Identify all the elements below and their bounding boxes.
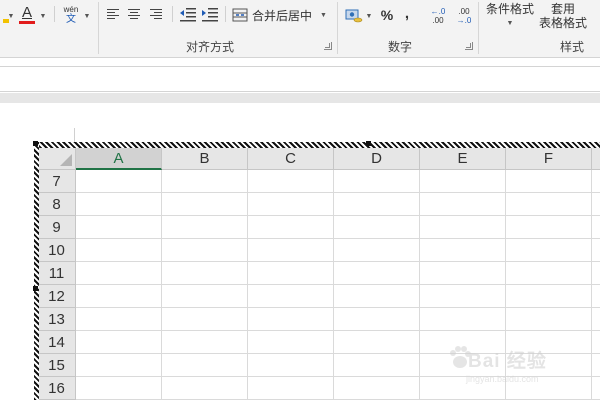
gridline-horizontal [76,307,600,308]
column-header-e[interactable]: E [420,148,506,170]
column-header-d[interactable]: D [334,148,420,170]
copy-marquee-top [34,142,600,148]
percent-button[interactable]: % [378,5,396,25]
gridline-horizontal [76,192,600,193]
gridline-horizontal [76,215,600,216]
phonetic-dropdown-icon[interactable]: ▼ [82,10,92,22]
alignment-dialog-launcher-icon[interactable] [324,42,332,50]
merge-center-icon [232,8,248,22]
decrease-decimal-button[interactable]: .00 →.0 [452,5,476,27]
row-header-16[interactable]: 16 [38,377,76,400]
row-header-11[interactable]: 11 [38,262,76,285]
font-color-swatch [19,21,35,24]
gridline-horizontal [76,261,600,262]
decrease-indent-icon[interactable] [178,5,198,25]
gridline-vertical [161,170,162,400]
row-header-12[interactable]: 12 [38,285,76,308]
increase-decimal-top: ←.0 [430,7,446,16]
gridline-horizontal [76,238,600,239]
merge-center-button[interactable]: 合并后居中 ▼ [232,4,330,26]
watermark-subtext: jingyan.baidu.com [466,374,539,384]
phonetic-icon-bottom: 文 [66,14,76,25]
format-as-table-button[interactable]: 套用 表格格式 [534,2,592,36]
phonetic-icon-top: wén [63,5,79,14]
gridline-vertical [247,170,248,400]
conditional-format-button[interactable]: 条件格式 ▼ [482,2,538,36]
accounting-format-icon[interactable] [344,4,364,26]
column-header-a[interactable]: A [76,148,162,170]
row-header-15[interactable]: 15 [38,354,76,377]
excel-window: ▼ A ▼ wén 文 ▼ 合并后居中 ▼ 对齐方式 ▼ % , ←.0 .00… [0,0,600,400]
format-as-table-label-1: 套用 [550,2,575,16]
toolbar-gap [0,93,600,103]
increase-indent-icon[interactable] [200,5,220,25]
align-left-icon[interactable] [107,7,121,23]
select-all-button[interactable] [38,148,76,170]
align-right-icon[interactable] [150,7,164,23]
selection-handle-top-left[interactable] [33,141,38,146]
ribbon: ▼ A ▼ wén 文 ▼ 合并后居中 ▼ 对齐方式 ▼ % , ←.0 .00… [0,0,600,58]
gridline-vertical [419,170,420,400]
formula-bar[interactable] [0,66,600,92]
merge-center-dropdown-icon[interactable]: ▼ [320,12,327,19]
row-header-7[interactable]: 7 [38,170,76,193]
column-header-f[interactable]: F [506,148,592,170]
watermark-text: Bai 经验 [468,351,547,372]
row-header-10[interactable]: 10 [38,239,76,262]
fill-color-dropdown-icon[interactable]: ▼ [6,10,16,22]
font-color-icon: A [21,4,32,21]
merge-center-label: 合并后居中 [252,8,313,23]
increase-decimal-bottom: .00 [432,16,444,25]
align-center-icon[interactable] [128,7,142,23]
format-as-table-label-2: 表格格式 [538,16,587,30]
watermark-logo: Bai 经验 jingyan.baidu.com [448,340,598,396]
gridline-horizontal [76,284,600,285]
row-header-8[interactable]: 8 [38,193,76,216]
phonetic-button[interactable]: wén 文 [60,4,82,26]
number-dialog-launcher-icon[interactable] [465,42,473,50]
select-all-icon [60,154,72,166]
conditional-format-label: 条件格式 [485,2,534,16]
row-header-9[interactable]: 9 [38,216,76,239]
gridline-horizontal [76,330,600,331]
decrease-decimal-top: .00 [458,7,470,16]
column-header-c[interactable]: C [248,148,334,170]
font-color-button[interactable]: A [18,4,36,26]
selection-handle-middle-left[interactable] [33,286,38,291]
alignment-group-label: 对齐方式 [185,40,234,54]
accounting-format-dropdown-icon[interactable]: ▼ [364,10,374,22]
number-group-label: 数字 [387,40,412,54]
conditional-format-dropdown-icon: ▼ [506,20,514,27]
selection-handle-top-middle[interactable] [366,141,371,146]
styles-group-label: 样式 [559,40,584,54]
gridline-vertical [333,170,334,400]
row-header-13[interactable]: 13 [38,308,76,331]
increase-decimal-button[interactable]: ←.0 .00 [426,5,450,27]
column-header-b[interactable]: B [162,148,248,170]
decrease-decimal-bottom: →.0 [456,16,472,25]
comma-style-button[interactable]: , [400,3,414,23]
row-header-14[interactable]: 14 [38,331,76,354]
column-header-g-partial[interactable] [592,148,600,170]
font-color-dropdown-icon[interactable]: ▼ [38,10,48,22]
copy-marquee-left [34,142,39,400]
